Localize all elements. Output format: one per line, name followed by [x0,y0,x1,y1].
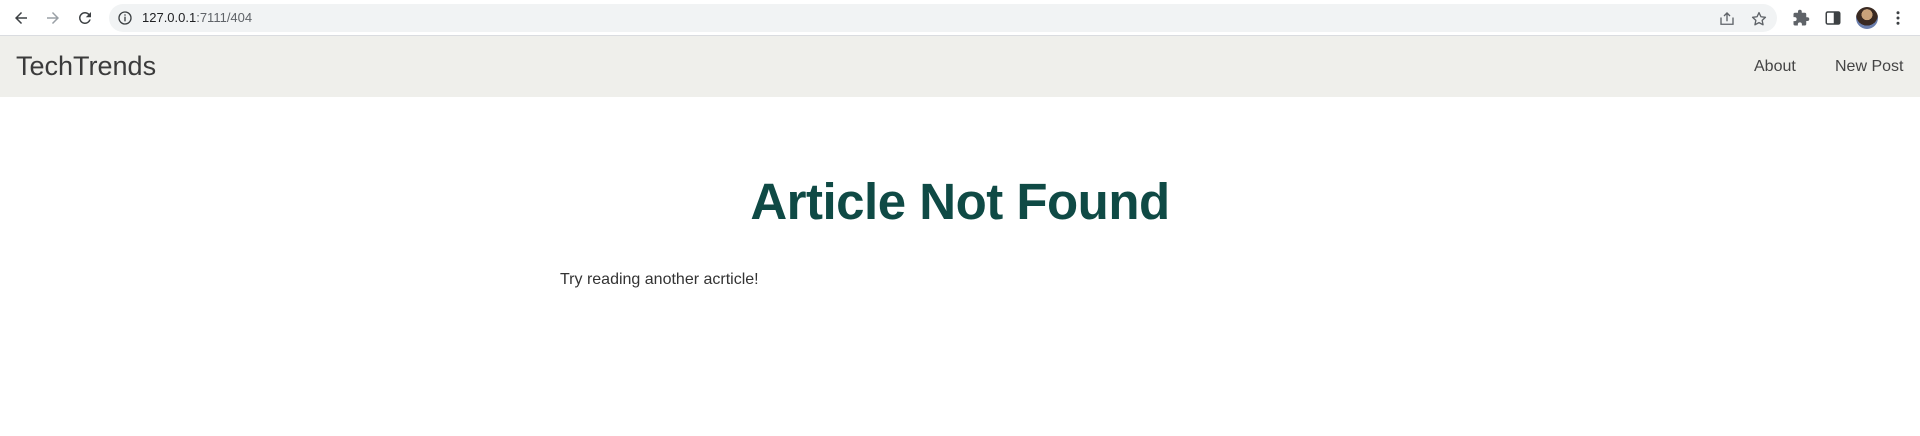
arrow-right-icon [47,12,59,24]
star-icon[interactable] [1750,10,1768,28]
avatar[interactable] [1856,7,1878,29]
reload-icon [78,11,91,24]
brand-logo-link[interactable]: TechTrends [16,36,156,97]
side-panel-icon [1825,11,1841,25]
forward-button[interactable] [41,6,65,30]
page-title: Article Not Found [750,173,1170,230]
menu-button[interactable] [1888,8,1908,28]
url-host: 127.0.0.1 [142,10,197,25]
arrow-left-icon [15,12,27,24]
nav-link-about[interactable]: About [1754,36,1796,97]
not-found-message: Try reading another acrticle! [560,271,759,288]
kebab-menu-icon [1896,11,1900,25]
nav-link-new-post[interactable]: New Post [1835,36,1903,97]
extensions-button[interactable] [1791,8,1811,28]
url-path: :7111/404 [196,10,253,25]
share-icon[interactable] [1718,10,1736,28]
side-panel-button[interactable] [1823,8,1843,28]
info-icon[interactable] [117,10,133,26]
back-button[interactable] [9,6,33,30]
reload-button[interactable] [73,6,97,30]
browser-toolbar: 127.0.0.1:7111/404 [0,0,1920,36]
site-navbar: TechTrends About New Post [0,36,1920,97]
address-bar[interactable]: 127.0.0.1:7111/404 [109,4,1777,32]
puzzle-icon [1793,9,1810,26]
url-text[interactable]: 127.0.0.1:7111/404 [142,4,252,32]
